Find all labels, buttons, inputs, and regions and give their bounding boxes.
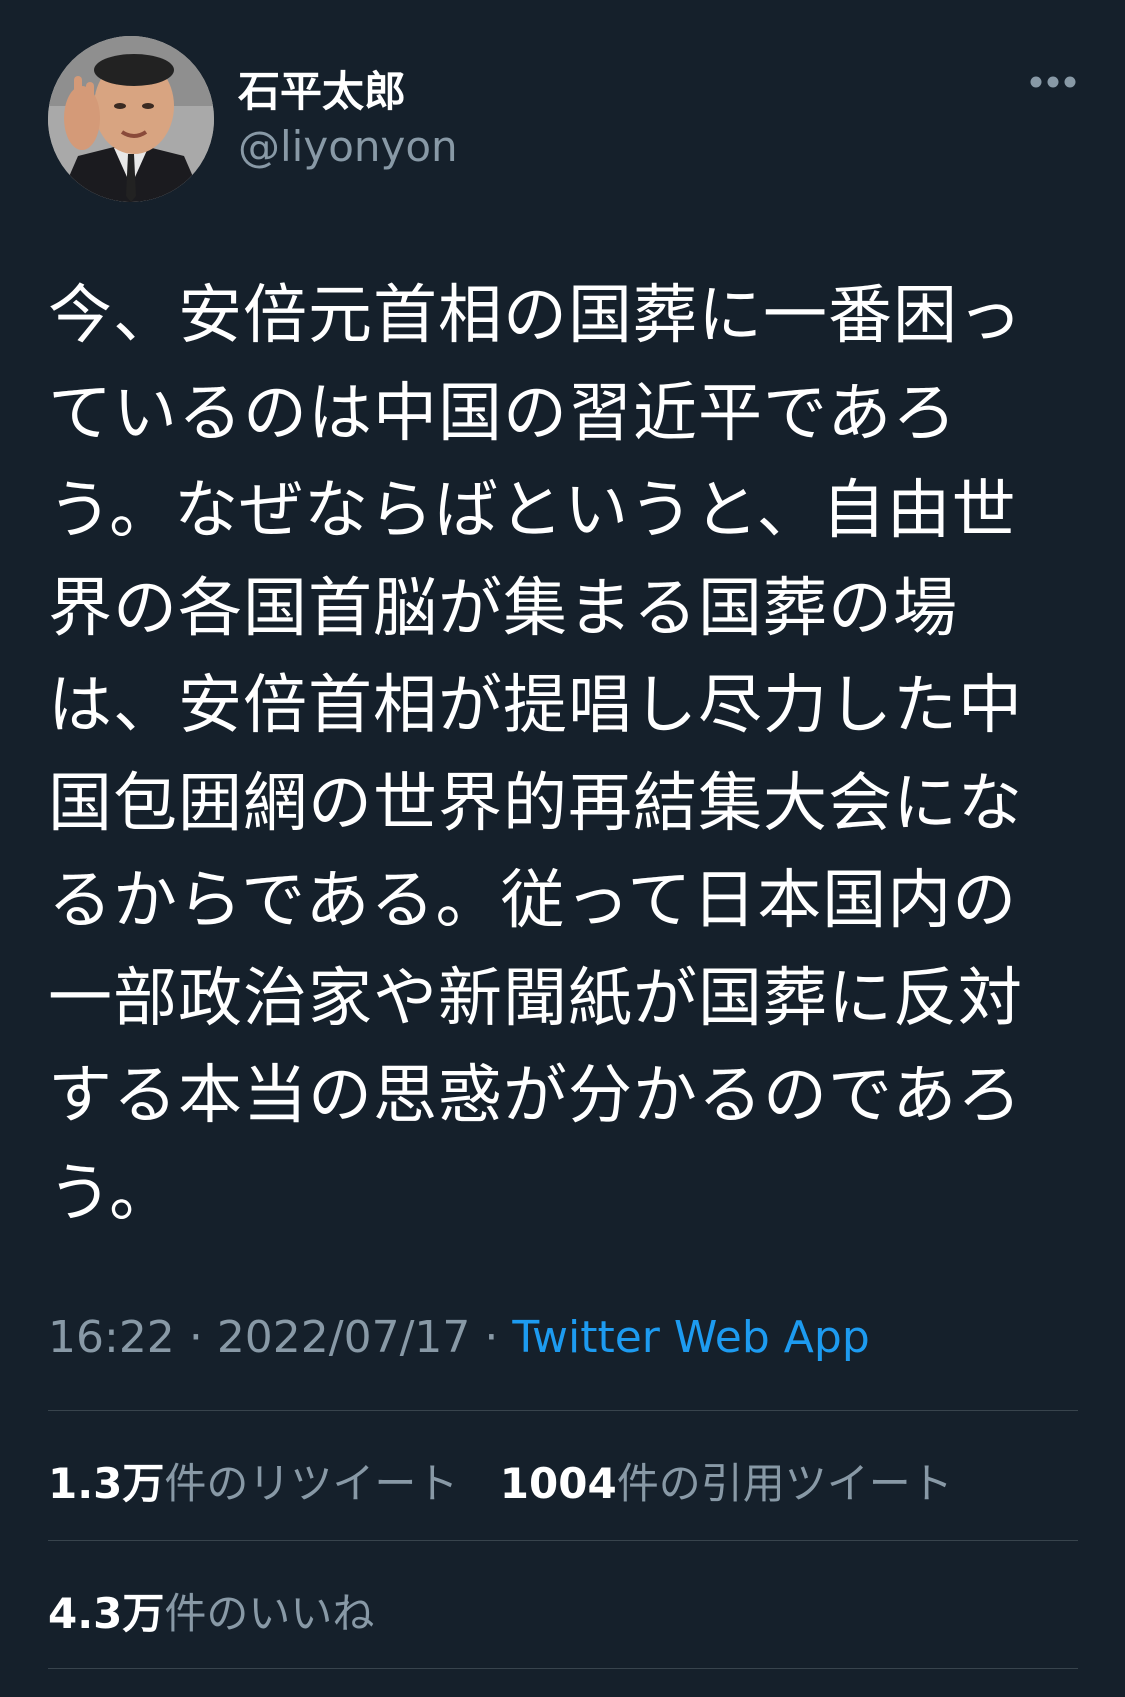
tweet-header: 石平太郎 @liyonyon: [48, 36, 1078, 206]
quote-label: 件の引用ツイート: [616, 1459, 953, 1508]
divider: [48, 1668, 1078, 1669]
avatar-photo: [48, 36, 214, 202]
tweet-meta: 16:22 · 2022/07/17 · Twitter Web App: [48, 1312, 870, 1363]
tweet-detail: 石平太郎 @liyonyon 今、安倍元首相の国葬に一番困っているのは中国の習近…: [0, 0, 1125, 1697]
tweet-source-link[interactable]: Twitter Web App: [512, 1312, 869, 1363]
retweet-label: 件のリツイート: [164, 1459, 459, 1508]
divider: [48, 1410, 1078, 1411]
display-name[interactable]: 石平太郎: [238, 58, 406, 119]
meta-separator: ·: [484, 1312, 499, 1363]
quote-count: 1004: [499, 1459, 617, 1508]
retweet-count: 1.3万: [48, 1459, 165, 1508]
avatar[interactable]: [48, 36, 214, 202]
meta-separator: ·: [188, 1312, 203, 1363]
retweets-stat[interactable]: 1.3万件のリツイート: [48, 1450, 458, 1511]
likes-row: 4.3万件のいいね: [48, 1580, 402, 1641]
likes-stat[interactable]: 4.3万件のいいね: [48, 1580, 374, 1641]
tweet-time[interactable]: 16:22: [48, 1312, 175, 1363]
divider: [48, 1540, 1078, 1541]
tweet-date[interactable]: 2022/07/17: [217, 1312, 471, 1363]
like-label: 件のいいね: [164, 1589, 375, 1638]
user-handle[interactable]: @liyonyon: [238, 122, 458, 171]
like-count: 4.3万: [48, 1589, 165, 1638]
stats-row: 1.3万件のリツイート 1004件の引用ツイート: [48, 1450, 981, 1511]
quotes-stat[interactable]: 1004件の引用ツイート: [500, 1450, 953, 1511]
more-horizontal-icon[interactable]: [1028, 74, 1078, 90]
tweet-text: 今、安倍元首相の国葬に一番困っているのは中国の習近平であろう。なぜならばというと…: [48, 279, 1023, 1231]
